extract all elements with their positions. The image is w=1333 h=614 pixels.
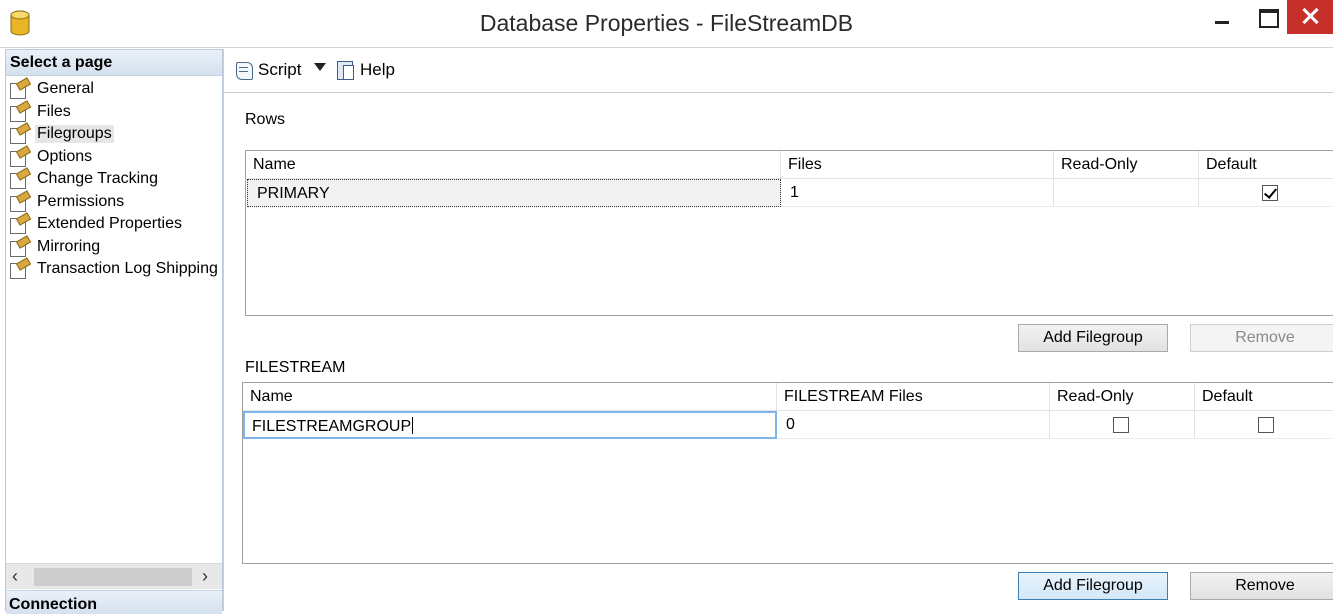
- column-header-read-only[interactable]: Read-Only: [1054, 151, 1199, 179]
- page-item-label: Change Tracking: [37, 170, 158, 188]
- minimize-button[interactable]: [1198, 0, 1244, 34]
- page-list: General Files Filegroups Options Change …: [6, 76, 222, 281]
- column-header-filestream-files[interactable]: FILESTREAM Files: [777, 383, 1050, 411]
- help-label: Help: [360, 60, 395, 79]
- column-header-default[interactable]: Default: [1199, 151, 1333, 179]
- text-caret: [412, 417, 414, 434]
- page-item-general[interactable]: General: [6, 78, 222, 101]
- page-item-mirroring[interactable]: Mirroring: [6, 236, 222, 259]
- filestream-name-value: FILESTREAMGROUP: [252, 418, 412, 435]
- page-icon: [9, 260, 29, 280]
- page-icon: [9, 238, 29, 257]
- connection-header: Connection: [6, 590, 222, 614]
- horizontal-scrollbar[interactable]: ‹ ›: [6, 563, 222, 589]
- filestream-grid-header: Name FILESTREAM Files Read-Only Default: [243, 383, 1333, 411]
- help-icon: [336, 60, 356, 80]
- maximize-button[interactable]: [1244, 0, 1290, 34]
- page-item-label: Transaction Log Shipping: [37, 260, 218, 278]
- page-icon: [9, 215, 29, 235]
- page-item-transaction-log-shipping[interactable]: Transaction Log Shipping: [6, 258, 222, 281]
- script-label: Script: [258, 60, 302, 79]
- page-item-filegroups[interactable]: Filegroups: [6, 123, 222, 146]
- add-filegroup-button[interactable]: Add Filegroup: [1018, 324, 1168, 352]
- page-item-label: Mirroring: [37, 237, 101, 255]
- page-item-extended-properties[interactable]: Extended Properties: [6, 213, 222, 236]
- page-item-options[interactable]: Options: [6, 146, 222, 169]
- remove-button[interactable]: Remove: [1190, 572, 1333, 600]
- table-row[interactable]: FILESTREAMGROUP 0: [243, 411, 1333, 439]
- page-item-label: Files: [37, 102, 71, 120]
- column-header-name[interactable]: Name: [246, 151, 781, 179]
- filestream-files-cell: 0: [777, 411, 1050, 439]
- scrollbar-thumb[interactable]: [34, 568, 192, 586]
- remove-button[interactable]: Remove: [1190, 324, 1333, 352]
- page-item-permissions[interactable]: Permissions: [6, 191, 222, 214]
- page-item-label: Options: [37, 147, 93, 165]
- toolbar: Script Help: [224, 49, 1333, 93]
- read-only-cell: [1050, 411, 1195, 439]
- script-icon: [234, 60, 254, 80]
- page-selector-pane: Select a page General Files Filegroups O…: [5, 49, 223, 614]
- select-page-header: Select a page: [6, 50, 222, 76]
- add-filegroup-button[interactable]: Add Filegroup: [1018, 572, 1168, 600]
- page-icon: [9, 148, 29, 167]
- filegroup-name-cell[interactable]: PRIMARY: [247, 179, 781, 207]
- page-icon: [9, 125, 29, 145]
- filegroups-page: Script Help Rows Name Files Read-Only De…: [223, 49, 1333, 611]
- default-cell: [1195, 411, 1333, 439]
- page-icon: [9, 170, 29, 190]
- page-item-label: Filegroups: [35, 125, 114, 144]
- page-item-label: Extended Properties: [37, 215, 182, 233]
- read-only-checkbox[interactable]: [1113, 417, 1129, 433]
- column-header-name[interactable]: Name: [243, 383, 777, 411]
- title-bar: Database Properties - FileStreamDB: [0, 0, 1333, 48]
- help-button[interactable]: Help: [336, 57, 395, 83]
- page-icon: [9, 80, 29, 100]
- column-header-default[interactable]: Default: [1195, 383, 1333, 411]
- page-item-change-tracking[interactable]: Change Tracking: [6, 168, 222, 191]
- default-cell: [1199, 179, 1333, 207]
- rows-grid: Name Files Read-Only Default PRIMARY 1: [245, 150, 1333, 316]
- filegroup-files-cell: 1: [781, 179, 1054, 207]
- filestream-grid: Name FILESTREAM Files Read-Only Default …: [242, 382, 1333, 564]
- script-button[interactable]: Script: [234, 57, 301, 83]
- script-dropdown-icon[interactable]: [314, 63, 326, 71]
- page-item-files[interactable]: Files: [6, 101, 222, 124]
- page-icon: [9, 193, 29, 212]
- rows-grid-header: Name Files Read-Only Default: [246, 151, 1333, 179]
- column-header-read-only[interactable]: Read-Only: [1050, 383, 1195, 411]
- default-checkbox[interactable]: [1262, 185, 1278, 201]
- read-only-cell: [1054, 179, 1199, 207]
- page-icon: [9, 103, 29, 122]
- page-item-label: General: [37, 80, 94, 98]
- rows-section-label: Rows: [245, 111, 286, 128]
- page-item-label: Permissions: [37, 192, 125, 210]
- filestream-section-label: FILESTREAM: [245, 359, 346, 376]
- close-button[interactable]: [1287, 0, 1333, 34]
- table-row[interactable]: PRIMARY 1: [246, 179, 1333, 207]
- column-header-files[interactable]: Files: [781, 151, 1054, 179]
- default-checkbox[interactable]: [1258, 417, 1274, 433]
- scroll-right-icon[interactable]: ›: [202, 566, 208, 587]
- window-title: Database Properties - FileStreamDB: [479, 10, 854, 36]
- scroll-left-icon[interactable]: ‹: [12, 566, 18, 587]
- filestream-name-input[interactable]: FILESTREAMGROUP: [243, 411, 777, 439]
